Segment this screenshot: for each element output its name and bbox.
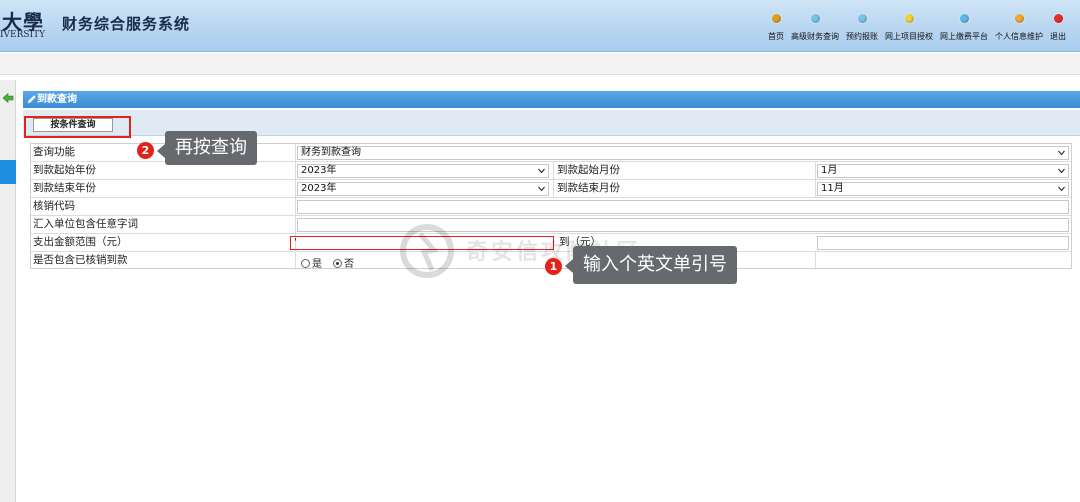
logout-icon bbox=[1053, 14, 1063, 23]
end-month-value: 11月 bbox=[821, 183, 844, 194]
nav-home[interactable]: 首页 bbox=[768, 14, 784, 48]
radio-no-label: 否 bbox=[344, 259, 354, 270]
form-row-end: 到款结束年份 2023年 到款结束月份 11月 bbox=[31, 180, 1071, 198]
step2-callout-pointer bbox=[157, 144, 165, 158]
step2-badge: 2 bbox=[137, 142, 154, 159]
nav-advanced-query-label: 高级财务查询 bbox=[791, 32, 839, 41]
query-function-select[interactable]: 财务到款查询 bbox=[297, 146, 1069, 160]
step1-callout: 输入个英文单引号 bbox=[573, 246, 737, 284]
top-navigation: 首页 高级财务查询 预约报账 网上项目授权 网上缴费平台 个人信息维护 退出 bbox=[761, 14, 1066, 48]
remitter-keyword-input[interactable] bbox=[297, 218, 1069, 232]
chevron-down-icon bbox=[1058, 186, 1065, 192]
step1-callout-pointer bbox=[565, 259, 573, 273]
tab-highlight-box bbox=[24, 116, 131, 138]
query-function-value: 财务到款查询 bbox=[301, 147, 361, 158]
nav-payment[interactable]: 网上缴费平台 bbox=[940, 14, 988, 48]
remitter-keyword-label: 汇入单位包含任意字词 bbox=[33, 218, 138, 230]
profile-icon bbox=[1014, 14, 1024, 23]
radio-no-circle[interactable] bbox=[333, 259, 342, 268]
query-function-label: 查询功能 bbox=[33, 146, 75, 158]
chevron-down-icon bbox=[1058, 168, 1065, 174]
app-header: 大學 IVERSITY 财务综合服务系统 首页 高级财务查询 预约报账 网上项目… bbox=[0, 0, 1080, 52]
nav-reservation[interactable]: 预约报账 bbox=[846, 14, 878, 48]
start-year-label: 到款起始年份 bbox=[33, 164, 96, 176]
nav-home-label: 首页 bbox=[768, 32, 784, 41]
nav-advanced-query[interactable]: 高级财务查询 bbox=[791, 14, 839, 48]
nav-reservation-label: 预约报账 bbox=[846, 32, 878, 41]
nav-project-auth-label: 网上项目授权 bbox=[885, 32, 933, 41]
amount-to-input[interactable] bbox=[817, 236, 1069, 250]
nav-profile[interactable]: 个人信息维护 bbox=[995, 14, 1043, 48]
chevron-down-icon bbox=[538, 186, 545, 192]
start-month-value: 1月 bbox=[821, 165, 838, 176]
start-month-select[interactable]: 1月 bbox=[817, 164, 1069, 178]
include-written-off-label: 是否包含已核销到款 bbox=[33, 254, 128, 266]
end-month-label: 到款结束月份 bbox=[557, 182, 620, 194]
reservation-icon bbox=[857, 14, 867, 23]
write-off-code-label: 核销代码 bbox=[33, 200, 75, 212]
step1-badge: 1 bbox=[545, 258, 562, 275]
university-logo-subtext: IVERSITY bbox=[0, 30, 46, 40]
end-year-select[interactable]: 2023年 bbox=[297, 182, 549, 196]
start-year-value: 2023年 bbox=[301, 165, 337, 176]
step2-callout: 再按查询 bbox=[165, 131, 257, 165]
panel-title: 到款查询 bbox=[23, 91, 1080, 108]
amount-range-label: 支出金额范围（元） bbox=[33, 236, 128, 248]
radio-yes-label: 是 bbox=[312, 259, 322, 270]
end-year-label: 到款结束年份 bbox=[33, 182, 96, 194]
nav-logout[interactable]: 退出 bbox=[1050, 14, 1066, 48]
nav-logout-label: 退出 bbox=[1050, 32, 1066, 41]
radio-yes-circle[interactable] bbox=[301, 259, 310, 268]
sub-toolbar bbox=[0, 53, 1080, 75]
advanced-query-icon bbox=[810, 14, 820, 23]
radio-yes[interactable]: 是 bbox=[301, 255, 322, 270]
left-rail-active-tab[interactable] bbox=[0, 160, 16, 184]
home-icon bbox=[771, 14, 781, 23]
radio-no[interactable]: 否 bbox=[333, 255, 354, 270]
start-year-select[interactable]: 2023年 bbox=[297, 164, 549, 178]
nav-payment-label: 网上缴费平台 bbox=[940, 32, 988, 41]
nav-profile-label: 个人信息维护 bbox=[995, 32, 1043, 41]
end-month-select[interactable]: 11月 bbox=[817, 182, 1069, 196]
chevron-down-icon bbox=[1058, 150, 1065, 156]
left-rail bbox=[0, 80, 16, 502]
form-row-remitter: 汇入单位包含任意字词 bbox=[31, 216, 1071, 234]
start-month-label: 到款起始月份 bbox=[557, 164, 620, 176]
form-row-write-off-code: 核销代码 bbox=[31, 198, 1071, 216]
payment-icon bbox=[959, 14, 969, 23]
nav-project-auth[interactable]: 网上项目授权 bbox=[885, 14, 933, 48]
amount-input-highlight-box bbox=[290, 236, 554, 250]
chevron-down-icon bbox=[538, 168, 545, 174]
pencil-icon bbox=[27, 95, 36, 104]
write-off-code-input[interactable] bbox=[297, 200, 1069, 214]
project-auth-icon bbox=[904, 14, 914, 23]
back-arrow-icon[interactable] bbox=[2, 92, 14, 104]
app-title: 财务综合服务系统 bbox=[62, 15, 191, 33]
end-year-value: 2023年 bbox=[301, 183, 337, 194]
